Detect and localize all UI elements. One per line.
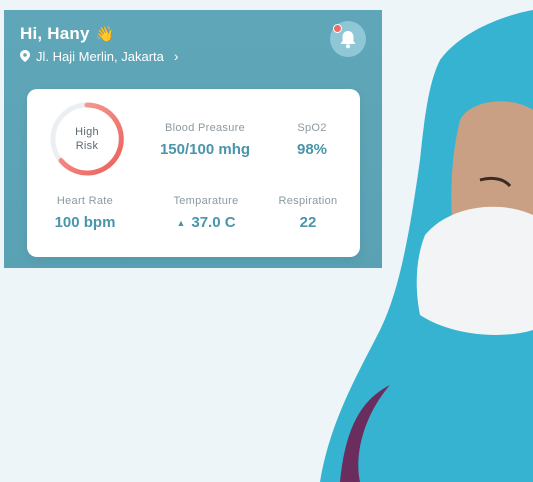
temperature-metric: Temparature ▲ 37.0 C (162, 195, 250, 231)
blood-pressure-value: 150/100 mhg (159, 141, 251, 158)
temperature-label: Temparature (173, 195, 239, 207)
respiration-value: 22 (299, 214, 317, 231)
respiration-metric: Respiration 22 (272, 195, 344, 231)
temperature-value-row: ▲ 37.0 C (162, 214, 250, 231)
location-text: Jl. Haji Merlin, Jakarta (36, 48, 164, 64)
triangle-up-icon: ▲ (176, 218, 186, 229)
spo2-metric: SpO2 98% (277, 122, 347, 158)
heart-rate-label: Heart Rate (56, 195, 114, 207)
spo2-value: 98% (296, 141, 328, 158)
heart-rate-value: 100 bpm (54, 214, 116, 231)
waving-hand-icon: 👋 (95, 25, 115, 43)
risk-level-label: High Risk (75, 125, 99, 152)
location-selector[interactable]: Jl. Haji Merlin, Jakarta › (20, 48, 179, 64)
blood-pressure-label: Blood Preasure (164, 122, 246, 134)
notification-button[interactable] (330, 21, 366, 57)
spo2-label: SpO2 (297, 122, 327, 134)
vitals-card[interactable]: High Risk Blood Preasure 150/100 mhg SpO… (27, 89, 360, 257)
chevron-right-icon: › (173, 48, 179, 64)
respiration-label: Respiration (278, 195, 338, 207)
bell-icon (340, 31, 356, 49)
notification-dot (333, 24, 342, 33)
greeting-text: Hi, Hany (20, 24, 90, 43)
blood-pressure-metric: Blood Preasure 150/100 mhg (153, 122, 257, 158)
temperature-value: 37.0 C (191, 214, 236, 231)
greeting: Hi, Hany 👋 (20, 24, 115, 44)
heart-rate-metric: Heart Rate 100 bpm (45, 195, 125, 231)
app-header-panel: Hi, Hany 👋 Jl. Haji Merlin, Jakarta › Hi… (4, 10, 382, 268)
map-pin-icon (20, 50, 30, 62)
